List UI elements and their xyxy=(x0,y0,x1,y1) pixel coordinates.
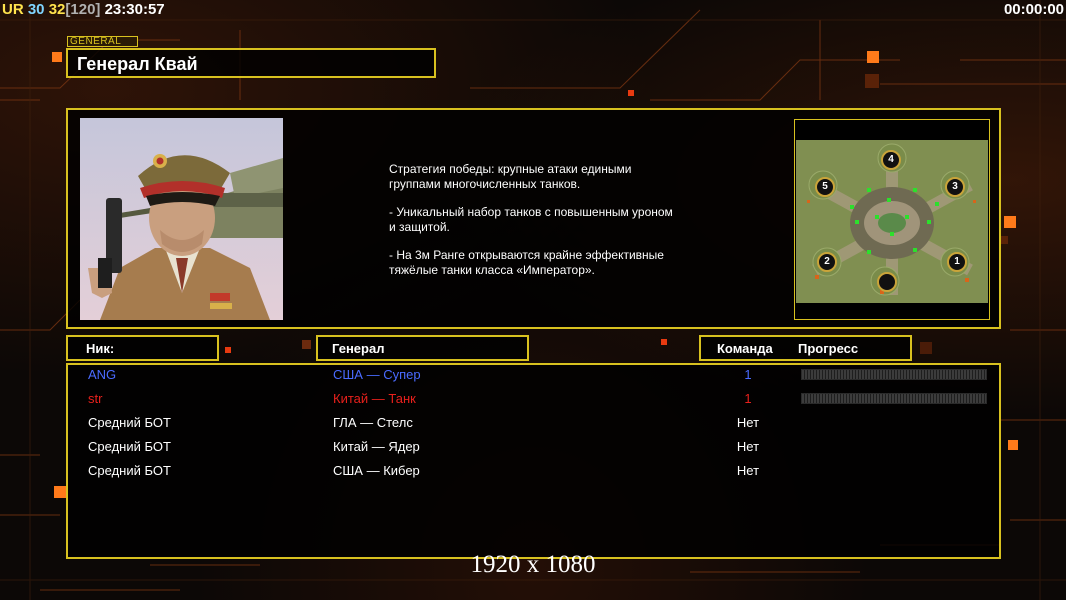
column-header-nick: Ник: xyxy=(66,335,219,361)
player-row[interactable]: str Китай — Танк 1 xyxy=(68,389,1003,411)
start-position-5[interactable]: 5 xyxy=(815,177,835,197)
player-row[interactable]: ANG США — Супер 1 xyxy=(68,365,1003,387)
description-strategy: Стратегия победы: крупные атаки едиными … xyxy=(389,162,632,191)
player-team: Нет xyxy=(736,439,760,454)
hud-clock: 23:30:57 xyxy=(104,1,165,18)
player-progress-bar xyxy=(801,393,987,404)
player-team: Нет xyxy=(736,463,760,478)
start-position-4[interactable]: 4 xyxy=(881,150,901,170)
hud-fps-cap: [120] xyxy=(65,1,101,18)
team-header-label: Команда xyxy=(717,341,773,356)
general-header-label: Генерал xyxy=(332,341,385,356)
player-general: Китай — Танк xyxy=(333,391,416,406)
fps-overlay: UR 30 32[120] 23:30:57 xyxy=(2,1,165,18)
start-position-3[interactable]: 3 xyxy=(945,177,965,197)
player-general: ГЛА — Стелс xyxy=(333,415,413,430)
general-description: Стратегия победы: крупные атаки едиными … xyxy=(389,162,719,291)
start-position-2[interactable]: 2 xyxy=(817,252,837,272)
start-position-1[interactable]: 1 xyxy=(947,252,967,272)
general-title-box: Генерал Квай xyxy=(66,48,436,78)
column-header-general: Генерал xyxy=(316,335,529,361)
description-feature-rank3: - На 3м Ранге открываются крайне эффекти… xyxy=(389,248,664,277)
player-nick: Средний БОТ xyxy=(88,463,171,478)
start-position-empty[interactable] xyxy=(877,272,897,292)
player-progress-bar xyxy=(801,369,987,380)
player-row[interactable]: Средний БОТ Китай — Ядер Нет xyxy=(68,437,1003,459)
progress-header-label: Прогресс xyxy=(798,341,859,356)
player-nick: Средний БОТ xyxy=(88,415,171,430)
player-general: Китай — Ядер xyxy=(333,439,420,454)
column-header-team-progress: Команда Прогресс xyxy=(699,335,912,361)
player-list: ANG США — Супер 1 str Китай — Танк 1 Сре… xyxy=(66,363,1001,559)
player-team: 1 xyxy=(744,391,752,406)
player-nick: str xyxy=(88,391,103,406)
hud-fps-value-secondary: 32 xyxy=(48,1,66,18)
player-team: Нет xyxy=(736,415,760,430)
general-portrait xyxy=(80,118,283,320)
general-name: Генерал Квай xyxy=(77,54,198,74)
player-row[interactable]: Средний БОТ ГЛА — Стелс Нет xyxy=(68,413,1003,435)
player-nick: Средний БОТ xyxy=(88,439,171,454)
hud-ur-label: UR xyxy=(2,1,24,18)
player-general: США — Супер xyxy=(333,367,421,382)
game-timer: 00:00:00 xyxy=(1003,1,1064,18)
resolution-watermark: 1920 x 1080 xyxy=(470,551,596,578)
description-feature-tanks: - Уникальный набор танков с повышенным у… xyxy=(389,205,673,234)
player-row[interactable]: Средний БОТ США — Кибер Нет xyxy=(68,461,1003,483)
player-general: США — Кибер xyxy=(333,463,420,478)
player-nick: ANG xyxy=(88,367,117,382)
map-preview[interactable]: 4 5 3 2 1 xyxy=(794,119,990,320)
hud-fps-value: 30 xyxy=(27,1,45,18)
nick-header-label: Ник: xyxy=(86,341,115,356)
general-tag: GENERAL xyxy=(67,36,138,47)
player-team: 1 xyxy=(744,367,752,382)
